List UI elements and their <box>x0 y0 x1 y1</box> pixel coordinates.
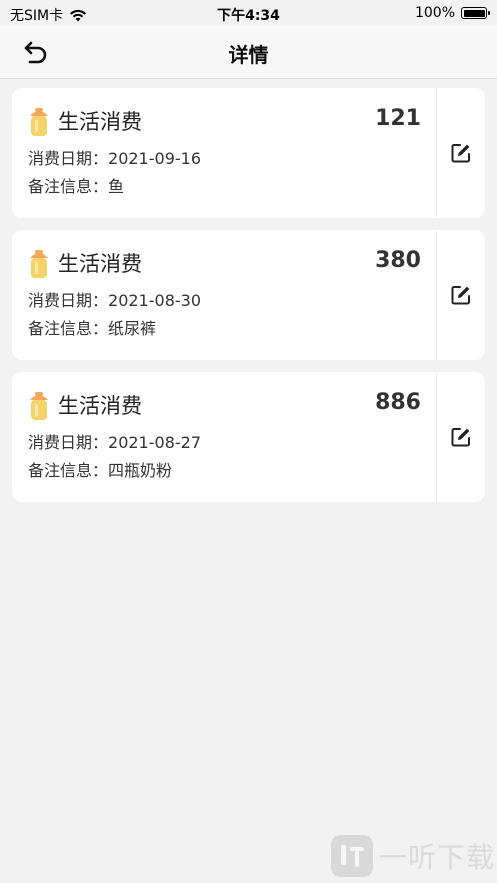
note-label: 备注信息： <box>28 177 109 196</box>
date-value: 2021-08-27 <box>108 433 201 452</box>
baby-bottle-icon <box>30 108 48 136</box>
date-label: 消费日期： <box>28 433 109 452</box>
note-label: 备注信息： <box>28 319 109 338</box>
record-date-row: 消费日期：2021-08-30 <box>28 287 201 311</box>
watermark-text: 一听下载 <box>378 841 495 874</box>
battery-icon <box>461 7 490 19</box>
page-title: 详情 <box>228 43 269 67</box>
record-category: 生活消费 <box>58 394 142 418</box>
edit-icon <box>451 144 470 163</box>
record-note-row: 备注信息：纸尿裤 <box>28 315 156 339</box>
watermark-logo <box>330 835 373 877</box>
nav-bar: 详情 <box>0 26 497 79</box>
record-category: 生活消费 <box>58 110 142 134</box>
record-date-row: 消费日期：2021-09-16 <box>28 145 201 169</box>
record-category: 生活消费 <box>58 252 142 276</box>
edit-icon <box>451 428 470 447</box>
record-card[interactable]: 生活消费 121 消费日期：2021-09-16 备注信息：鱼 <box>12 88 485 218</box>
card-divider <box>436 230 437 360</box>
record-note-row: 备注信息：四瓶奶粉 <box>28 457 172 481</box>
note-value: 纸尿裤 <box>108 319 157 338</box>
record-note-row: 备注信息：鱼 <box>28 173 124 197</box>
card-divider <box>436 372 437 502</box>
note-value: 四瓶奶粉 <box>108 461 173 480</box>
record-card[interactable]: 生活消费 380 消费日期：2021-08-30 备注信息：纸尿裤 <box>12 230 485 360</box>
date-value: 2021-08-30 <box>108 291 201 310</box>
battery-percent: 100% <box>414 5 455 21</box>
note-label: 备注信息： <box>28 461 109 480</box>
date-label: 消费日期： <box>28 149 109 168</box>
edit-button[interactable] <box>450 142 472 164</box>
status-bar: 无SIM卡 下午4:34 100% <box>0 0 497 26</box>
date-value: 2021-09-16 <box>108 149 201 168</box>
status-right: 100% <box>414 5 490 21</box>
record-amount: 121 <box>375 106 421 131</box>
edit-button[interactable] <box>450 426 472 448</box>
record-list: 生活消费 121 消费日期：2021-09-16 备注信息：鱼 生活消费 380… <box>12 88 485 514</box>
watermark: 一听下载 <box>330 835 495 877</box>
baby-bottle-icon <box>30 250 48 278</box>
edit-button[interactable] <box>450 284 472 306</box>
record-amount: 380 <box>375 248 421 273</box>
note-value: 鱼 <box>108 177 125 196</box>
record-card[interactable]: 生活消费 886 消费日期：2021-08-27 备注信息：四瓶奶粉 <box>12 372 485 502</box>
date-label: 消费日期： <box>28 291 109 310</box>
record-date-row: 消费日期：2021-08-27 <box>28 429 201 453</box>
edit-icon <box>451 286 470 305</box>
baby-bottle-icon <box>30 392 48 420</box>
record-amount: 886 <box>375 390 421 415</box>
card-divider <box>436 88 437 218</box>
